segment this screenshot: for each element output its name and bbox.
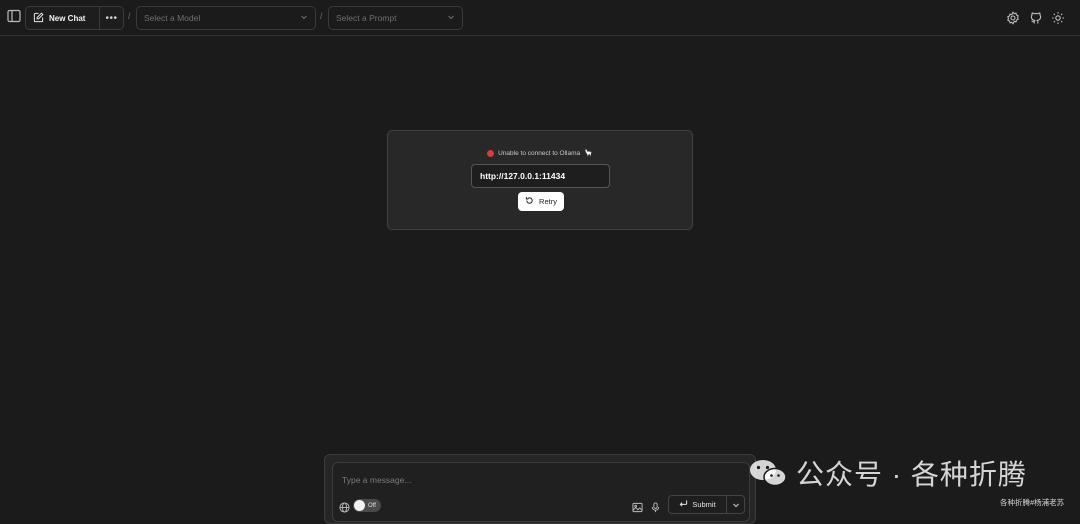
retry-label: Retry	[539, 197, 557, 206]
submit-group: Submit	[668, 495, 745, 514]
retry-button[interactable]: Retry	[518, 192, 564, 211]
chevron-down-icon	[447, 13, 455, 23]
connection-status-text: Unable to connect to Ollama	[498, 149, 581, 157]
toggle-label: Off	[368, 502, 376, 509]
ollama-url-input[interactable]	[471, 164, 610, 188]
github-icon[interactable]	[1028, 10, 1043, 25]
submit-options-button[interactable]	[727, 496, 744, 513]
prompt-select[interactable]: Select a Prompt	[328, 6, 463, 30]
llama-icon: 🦙	[584, 150, 593, 157]
new-chat-label: New Chat	[49, 13, 86, 23]
watermark-text: 公众号 · 各种折腾	[796, 459, 1027, 490]
chevron-down-icon	[300, 13, 308, 23]
settings-icon[interactable]	[1005, 10, 1020, 25]
watermark-caption: 各种折腾#杨浦老苏	[1000, 498, 1065, 507]
prompt-select-placeholder: Select a Prompt	[336, 13, 397, 23]
breadcrumb-separator: /	[128, 11, 131, 21]
new-chat-group: New Chat •••	[25, 6, 124, 30]
model-select-placeholder: Select a Model	[144, 13, 201, 23]
new-chat-button[interactable]: New Chat	[26, 7, 100, 29]
retry-icon	[525, 196, 534, 207]
connection-status: Unable to connect to Ollama 🦙	[388, 149, 692, 157]
connection-error-card: Unable to connect to Ollama 🦙 Retry	[387, 130, 693, 230]
top-bar: New Chat ••• / Select a Model / Select a…	[0, 0, 1080, 36]
breadcrumb-separator: /	[320, 11, 323, 21]
enter-icon	[679, 499, 688, 510]
submit-button[interactable]: Submit	[669, 496, 727, 513]
watermark: 公众号 · 各种折腾	[748, 453, 1058, 493]
globe-icon[interactable]	[339, 500, 351, 513]
message-composer: Off Submit	[324, 454, 756, 524]
microphone-icon[interactable]	[650, 500, 662, 513]
sidebar-toggle-icon[interactable]	[6, 8, 22, 24]
submit-label: Submit	[692, 500, 716, 509]
wechat-logo-icon	[748, 458, 788, 488]
toggle-knob	[354, 500, 365, 511]
gear-icon[interactable]	[1050, 10, 1065, 25]
composer-box: Off Submit	[332, 462, 750, 522]
message-input[interactable]	[342, 473, 622, 487]
image-upload-icon[interactable]	[632, 500, 644, 513]
new-chat-edit-icon	[33, 11, 44, 25]
status-dot-icon	[487, 149, 495, 157]
model-select[interactable]: Select a Model	[136, 6, 316, 30]
web-search-toggle[interactable]: Off	[353, 499, 381, 512]
more-options-button[interactable]: •••	[100, 7, 123, 29]
